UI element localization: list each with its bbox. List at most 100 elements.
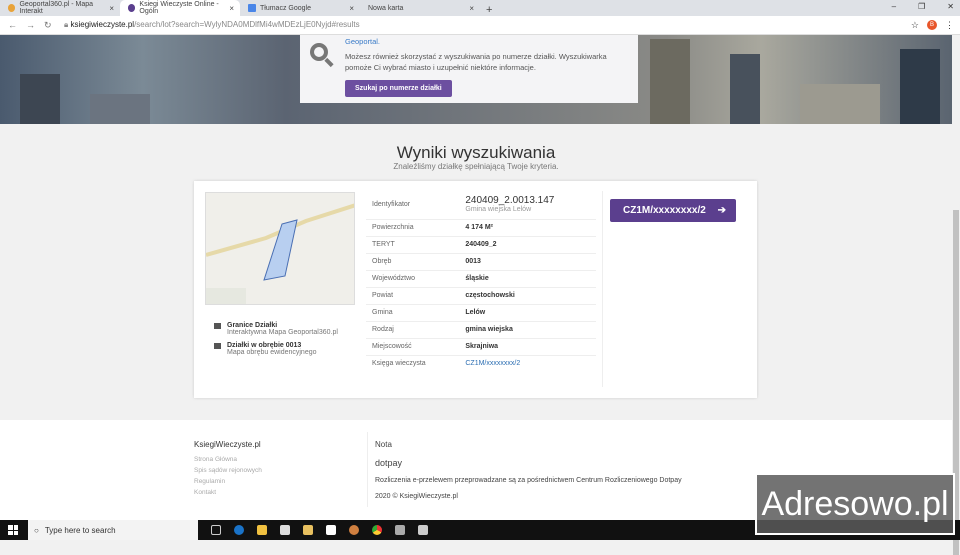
address-bar: ← → ↻ 🔒︎ ksiegiwieczyste.pl/search/lot?sea…	[0, 16, 960, 35]
row-value: Lelów	[449, 304, 596, 322]
windows-start-icon[interactable]	[8, 525, 18, 535]
scrollbar[interactable]	[952, 35, 960, 555]
app-icon[interactable]	[349, 525, 359, 535]
lock-icon: 🔒︎	[64, 20, 69, 29]
chrome-icon[interactable]	[372, 525, 382, 535]
table-row: Księga wieczysta CZ1M/xxxxxxxx/2	[366, 355, 596, 372]
table-row: Obręb 0013	[366, 253, 596, 271]
table-row: Identyfikator 240409_2.0013.147 Gmina wiej…	[366, 191, 596, 220]
divider	[602, 191, 603, 387]
back-icon[interactable]: ←	[8, 20, 18, 30]
page-subtitle: Znaleźliśmy działkę spełniającą Twoje kr…	[393, 162, 559, 171]
table-row: Rodzaj gmina wiejska	[366, 321, 596, 339]
dropbox-icon[interactable]	[326, 525, 336, 535]
shape-icon	[214, 323, 221, 329]
row-value: 0013	[449, 253, 596, 271]
reload-icon[interactable]: ↻	[44, 20, 54, 31]
search-icon: ○	[34, 525, 39, 535]
forward-icon[interactable]: →	[26, 20, 36, 30]
table-row: Gmina Lelów	[366, 304, 596, 322]
task-view-icon[interactable]	[211, 525, 221, 535]
star-icon[interactable]: ☆	[911, 20, 919, 31]
menu-icon[interactable]: ⋮	[945, 20, 954, 31]
app-icon[interactable]	[395, 525, 405, 535]
geoportal-favicon-icon	[8, 4, 16, 12]
close-window-icon[interactable]: ✕	[947, 2, 954, 11]
profile-avatar[interactable]: B	[927, 20, 937, 30]
row-label: Powierzchnia	[366, 219, 450, 237]
store-icon[interactable]	[303, 525, 313, 535]
tab-geoportal[interactable]: Geoportal360.pl - Mapa Interakt ×	[0, 0, 120, 16]
footer-nota: Nota	[375, 440, 392, 449]
search-by-number-box: Geoportal. Możesz również skorzystać z w…	[300, 35, 638, 103]
table-row: Powierzchnia 4 174 M²	[366, 219, 596, 237]
close-tab-icon[interactable]: ×	[349, 4, 354, 13]
link-subtitle: Interaktywna Mapa Geoportal360.pl	[227, 329, 338, 336]
new-tab-button[interactable]: +	[480, 4, 498, 16]
link-title: Granice Działki	[227, 322, 278, 329]
restore-icon[interactable]: ❐	[918, 2, 925, 11]
google-translate-favicon-icon	[248, 4, 256, 12]
mail-icon[interactable]	[280, 525, 290, 535]
footer-info: Rozliczenia e-przelewem przeprowadzane s…	[375, 477, 682, 484]
result-card: Granice Działki Interaktywna Mapa Geoport…	[194, 181, 757, 398]
search-by-number-button[interactable]: Szukaj po numerze działki	[345, 80, 452, 97]
footer-link-terms[interactable]: Regulamin	[194, 478, 262, 485]
footer-brand: KsiegiWieczyste.pl	[194, 440, 261, 449]
footer-link-contact[interactable]: Kontakt	[194, 489, 262, 496]
link-subtitle: Mapa obrębu ewidencyjnego	[227, 349, 317, 356]
app-icon[interactable]	[418, 525, 428, 535]
parcel-map[interactable]	[205, 192, 355, 305]
table-row: Miejscowość Skrajniwa	[366, 338, 596, 356]
tab-ksiegi[interactable]: Ksiegi Wieczyste Online - Ogóln ×	[120, 0, 240, 16]
edge-icon[interactable]	[234, 525, 244, 535]
land-register-button[interactable]: CZ1M/xxxxxxxx/2 ➔	[610, 199, 736, 222]
url-input[interactable]: 🔒︎ ksiegiwieczyste.pl/search/lot?search=…	[64, 20, 360, 30]
search-icon	[310, 43, 328, 61]
row-label: Miejscowość	[366, 338, 450, 356]
row-value: śląskie	[449, 270, 596, 288]
footer-link-courts[interactable]: Spis sądów rejonowych	[194, 467, 262, 474]
land-register-link[interactable]: CZ1M/xxxxxxxx/2	[465, 360, 520, 367]
footer-copyright: 2020 © KsiegiWieczyste.pl	[375, 493, 458, 500]
row-label: Identyfikator	[366, 191, 450, 220]
dotpay-logo: dotpay	[375, 458, 403, 468]
row-value: częstochowski	[449, 287, 596, 305]
parcel-commune: Gmina wiejska Lelów	[465, 206, 532, 214]
taskbar-search[interactable]: ○ Type here to search	[28, 520, 198, 540]
search-placeholder: Type here to search	[44, 525, 116, 535]
table-row: TERYT 240409_2	[366, 236, 596, 254]
link-title: Działki w obrębie 0013	[227, 342, 302, 349]
row-label: TERYT	[366, 236, 450, 254]
page-title: Wyniki wyszukiwania	[396, 143, 556, 162]
parcel-boundaries-link[interactable]: Granice Działki Interaktywna Mapa Geoport…	[214, 322, 338, 336]
tab-label: Nowa karta	[368, 4, 404, 12]
row-value: 4 174 M²	[449, 219, 596, 237]
row-value: Skrajniwa	[449, 338, 596, 356]
url-domain: ksiegiwieczyste.pl	[70, 20, 135, 29]
close-tab-icon[interactable]: ×	[469, 4, 474, 13]
row-label: Gmina	[366, 304, 450, 322]
row-label: Obręb	[366, 253, 450, 271]
close-tab-icon[interactable]: ×	[229, 4, 234, 13]
minimize-icon[interactable]: –	[892, 2, 896, 11]
parcel-id: 240409_2.0013.147	[465, 195, 555, 207]
file-explorer-icon[interactable]	[257, 525, 267, 535]
row-value: 240409_2	[449, 236, 596, 254]
tab-label: Tłumacz Google	[260, 4, 311, 12]
url-path: /search/lot?search=WylyNDA0MDlfMi4wMDEzL…	[134, 20, 360, 29]
close-tab-icon[interactable]: ×	[109, 4, 114, 13]
precinct-parcels-link[interactable]: Działki w obrębie 0013 Mapa obrębu ewiden…	[214, 342, 338, 356]
footer-link-home[interactable]: Strona Główna	[194, 456, 262, 463]
geoportal-link[interactable]: Geoportal.	[345, 37, 638, 46]
row-value: gmina wiejska	[449, 321, 596, 339]
tab-translate[interactable]: Tłumacz Google ×	[240, 0, 360, 16]
table-row: Województwo śląskie	[366, 270, 596, 288]
search-info-text: Możesz również skorzystać z wyszukiwania…	[345, 52, 607, 72]
divider	[367, 432, 368, 507]
row-label: Województwo	[366, 270, 450, 288]
tab-label: Geoportal360.pl - Mapa Interakt	[19, 1, 94, 15]
tab-new[interactable]: Nowa karta ×	[360, 0, 480, 16]
watermark: Adresowo.pl	[755, 473, 955, 535]
tab-bar: Geoportal360.pl - Mapa Interakt × Ksiegi …	[0, 0, 960, 16]
